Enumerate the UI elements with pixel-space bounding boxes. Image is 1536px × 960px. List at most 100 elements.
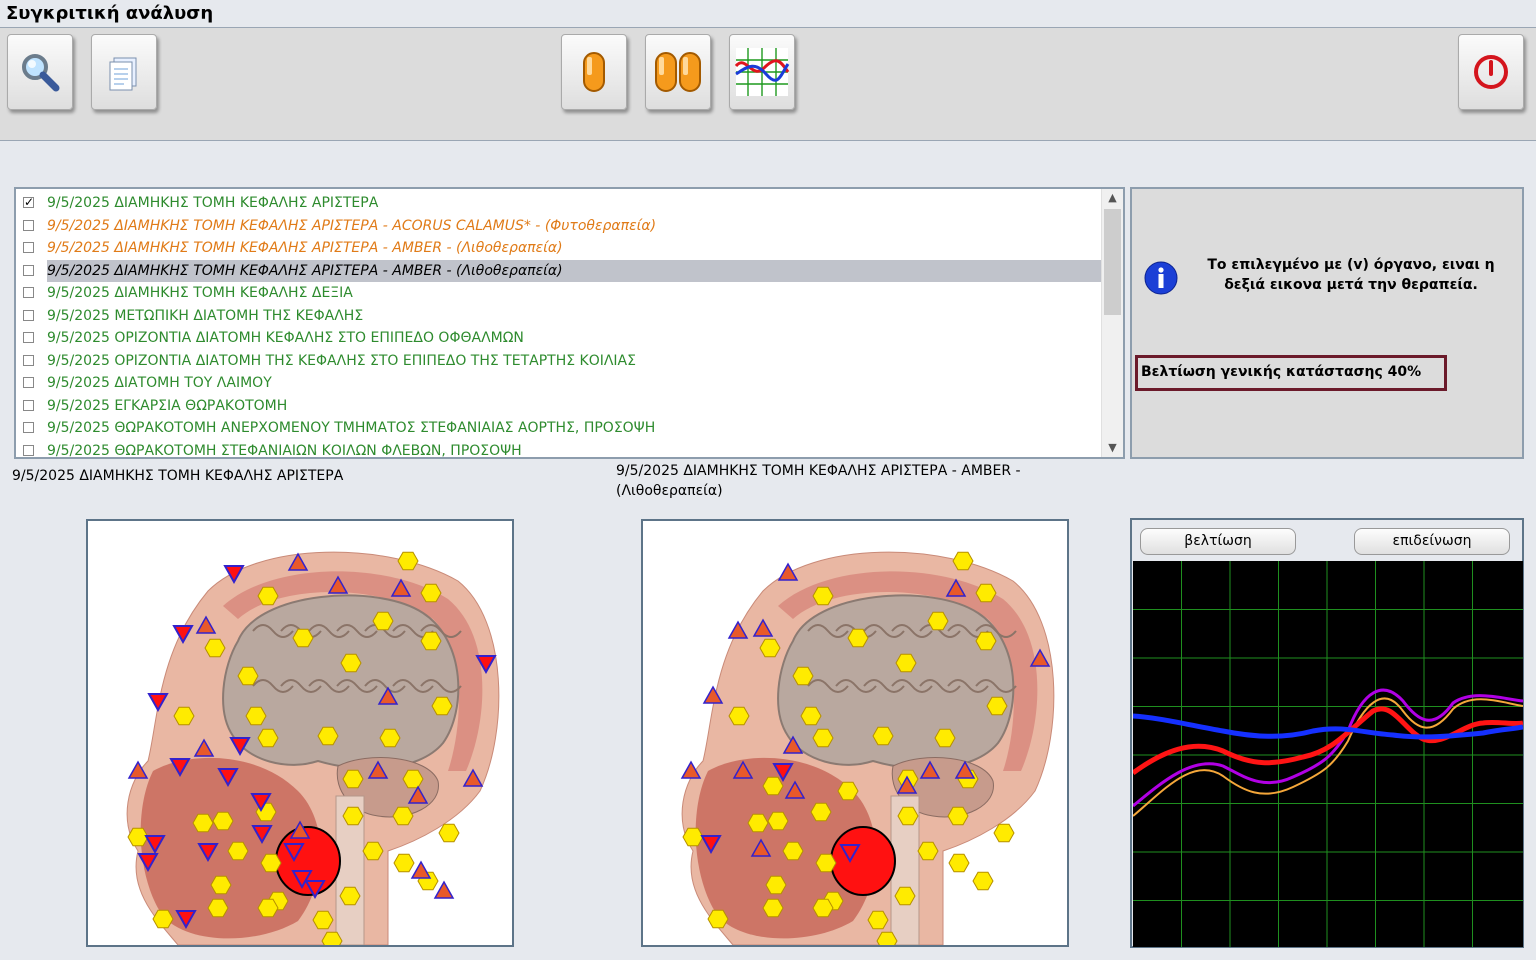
before-image-panel[interactable]	[86, 519, 514, 947]
yellow-marker	[707, 909, 729, 929]
info-icon	[1144, 261, 1178, 295]
yellow-marker	[245, 706, 267, 726]
list-item-checkbox[interactable]	[23, 377, 34, 388]
head-section-before-image	[88, 521, 512, 945]
head-section-after-image	[643, 521, 1067, 945]
analysis-list[interactable]: ✓ 9/5/2025 ΔΙΑΜΗΚΗΣ ΤΟΜΗ ΚΕΦΑΛΗΣ ΑΡΙΣΤΕΡΑ…	[14, 187, 1125, 459]
yellow-marker	[847, 628, 869, 648]
yellow-marker	[917, 841, 939, 861]
yellow-marker	[782, 841, 804, 861]
magnifier-icon	[22, 54, 60, 92]
improvement-badge: Βελτίωση γενικής κατάστασης 40%	[1135, 355, 1447, 391]
yellow-marker	[815, 853, 837, 873]
list-item[interactable]: 9/5/2025 ΔΙΑΜΗΚΗΣ ΤΟΜΗ ΚΕΦΑΛΗΣ ΑΡΙΣΤΕΡΑ …	[18, 259, 1103, 282]
double-capsule-icon	[655, 52, 701, 92]
list-item[interactable]: 9/5/2025 ΟΡΙΖΟΝΤΙΑ ΔΙΑΤΟΜΗ ΚΕΦΑΛΗΣ ΣΤΟ Ε…	[18, 327, 1102, 349]
list-item-checkbox[interactable]	[23, 332, 34, 343]
list-scrollbar[interactable]: ▲ ▼	[1101, 189, 1123, 457]
yellow-marker	[402, 769, 424, 789]
power-icon	[1474, 55, 1508, 89]
yellow-marker	[927, 611, 949, 631]
yellow-marker	[260, 853, 282, 873]
list-item[interactable]: 9/5/2025 ΔΙΑΜΗΚΗΣ ΤΟΜΗ ΚΕΦΑΛΗΣ ΑΡΙΣΤΕΡΑ …	[18, 215, 1102, 237]
list-item-label: 9/5/2025 ΟΡΙΖΟΝΤΙΑ ΔΙΑΤΟΜΗ ΚΕΦΑΛΗΣ ΣΤΟ Ε…	[47, 330, 524, 346]
graph-button[interactable]	[729, 34, 795, 110]
yellow-marker	[986, 696, 1008, 716]
document-icon	[109, 57, 137, 91]
yellow-marker	[257, 728, 279, 748]
list-item-checkbox[interactable]	[23, 287, 34, 298]
compare-view-button[interactable]	[645, 34, 711, 110]
list-item-checkbox[interactable]	[23, 219, 34, 231]
yellow-marker	[312, 910, 334, 930]
yellow-marker	[342, 769, 364, 789]
yellow-marker	[342, 806, 364, 826]
improve-button[interactable]: βελτίωση	[1140, 528, 1296, 555]
yellow-marker	[867, 910, 889, 930]
after-image-panel[interactable]	[641, 519, 1069, 947]
yellow-marker	[762, 898, 784, 918]
report-button[interactable]	[91, 34, 157, 110]
list-item[interactable]: 9/5/2025 ΘΩΡΑΚΟΤΟΜΗ ΑΝΕΡΧΟΜΕΝΟΥ ΤΜΗΜΑΤΟΣ…	[18, 417, 1102, 439]
right-image-caption: 9/5/2025 ΔΙΑΜΗΚΗΣ ΤΟΜΗ ΚΕΦΑΛΗΣ ΑΡΙΣΤΕΡΑ …	[616, 463, 1021, 499]
yellow-marker	[420, 583, 442, 603]
yellow-marker	[127, 827, 149, 847]
list-item[interactable]: 9/5/2025 ΟΡΙΖΟΝΤΙΑ ΔΙΑΤΟΜΗ ΤΗΣ ΚΕΦΑΛΗΣ Σ…	[18, 350, 1102, 372]
yellow-marker	[810, 802, 832, 822]
yellow-marker	[420, 631, 442, 651]
list-item-checkbox[interactable]	[23, 242, 34, 253]
single-view-button[interactable]	[561, 34, 627, 110]
yellow-marker	[257, 586, 279, 606]
left-image-caption: 9/5/2025 ΔΙΑΜΗΚΗΣ ΤΟΜΗ ΚΕΦΑΛΗΣ ΑΡΙΣΤΕΡΑ	[12, 468, 344, 484]
list-item-label: 9/5/2025 ΔΙΑΜΗΚΗΣ ΤΟΜΗ ΚΕΦΑΛΗΣ ΑΡΙΣΤΕΡΑ …	[47, 259, 1103, 282]
list-item-label: 9/5/2025 ΔΙΑΜΗΚΗΣ ΤΟΜΗ ΚΕΦΑΛΗΣ ΑΡΙΣΤΕΡΑ …	[47, 217, 657, 234]
yellow-marker	[897, 806, 919, 826]
list-item[interactable]: 9/5/2025 ΘΩΡΑΚΟΤΟΜΗ ΣΤΕΦΑΝΙΑΙΩΝ ΚΟΙΛΩΝ Φ…	[18, 440, 1102, 457]
scroll-thumb[interactable]	[1104, 209, 1121, 315]
list-item-checkbox[interactable]	[23, 354, 34, 366]
yellow-marker	[837, 781, 859, 801]
yellow-marker	[393, 853, 415, 873]
yellow-marker	[212, 811, 234, 831]
list-item-checkbox[interactable]	[23, 399, 34, 411]
list-item[interactable]: ✓ 9/5/2025 ΔΙΑΜΗΚΗΣ ΤΟΜΗ ΚΕΦΑΛΗΣ ΑΡΙΣΤΕΡΑ	[18, 192, 1102, 214]
list-item-checkbox[interactable]	[23, 264, 34, 276]
yellow-marker	[237, 666, 259, 686]
yellow-marker	[895, 653, 917, 673]
improvement-text: Βελτίωση γενικής κατάστασης 40%	[1141, 364, 1422, 380]
yellow-marker	[894, 886, 916, 906]
worsen-button[interactable]: επιδείνωση	[1354, 528, 1510, 555]
yellow-marker	[762, 776, 784, 796]
search-button[interactable]	[7, 34, 73, 110]
list-item[interactable]: 9/5/2025 ΕΓΚΑΡΣΙΑ ΘΩΡΑΚΟΤΟΜΗ	[18, 395, 1102, 417]
yellow-marker	[759, 638, 781, 658]
yellow-marker	[379, 728, 401, 748]
list-item[interactable]: 9/5/2025 ΔΙΑΜΗΚΗΣ ΤΟΜΗ ΚΕΦΑΛΗΣ ΔΕΞΙΑ	[18, 282, 1102, 304]
yellow-marker	[972, 871, 994, 891]
yellow-marker	[317, 726, 339, 746]
scroll-up-icon[interactable]: ▲	[1102, 189, 1123, 207]
single-capsule-icon	[583, 52, 605, 92]
yellow-marker	[947, 806, 969, 826]
comparison-chart-panel: βελτίωση επιδείνωση	[1130, 518, 1524, 948]
list-item-label: 9/5/2025 ΕΓΚΑΡΣΙΑ ΘΩΡΑΚΟΤΟΜΗ	[47, 397, 288, 414]
chart-background	[1133, 561, 1523, 947]
list-item[interactable]: 9/5/2025 ΔΙΑΜΗΚΗΣ ΤΟΜΗ ΚΕΦΑΛΗΣ ΑΡΙΣΤΕΡΑ …	[18, 237, 1102, 259]
exit-button[interactable]	[1458, 34, 1524, 110]
scroll-down-icon[interactable]: ▼	[1102, 439, 1123, 457]
list-item-label: 9/5/2025 ΔΙΑΜΗΚΗΣ ΤΟΜΗ ΚΕΦΑΛΗΣ ΑΡΙΣΤΕΡΑ	[47, 195, 379, 211]
list-item-checkbox[interactable]	[23, 309, 34, 321]
list-item-checkbox[interactable]: ✓	[23, 196, 34, 208]
list-item-checkbox[interactable]	[23, 422, 34, 433]
list-item[interactable]: 9/5/2025 ΜΕΤΩΠΙΚΗ ΔΙΑΤΟΜΗ ΤΗΣ ΚΕΦΑΛΗΣ	[18, 305, 1102, 327]
yellow-marker	[438, 823, 460, 843]
yellow-marker	[392, 806, 414, 826]
yellow-marker	[431, 696, 453, 716]
yellow-marker	[800, 706, 822, 726]
list-item-checkbox[interactable]	[23, 444, 34, 456]
highlight-circle	[830, 826, 896, 896]
list-item[interactable]: 9/5/2025 ΔΙΑΤΟΜΗ ΤΟΥ ΛΑΙΜΟΥ	[18, 372, 1102, 394]
yellow-marker	[257, 898, 279, 918]
yellow-marker	[812, 728, 834, 748]
yellow-marker	[207, 898, 229, 918]
